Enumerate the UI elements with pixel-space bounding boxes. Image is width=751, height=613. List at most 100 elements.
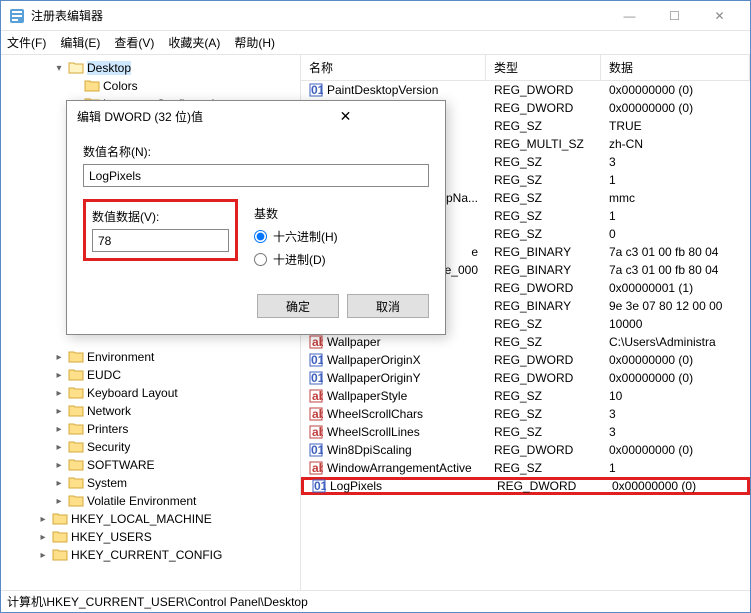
cell-name[interactable]: abWindowArrangementActive — [301, 461, 486, 475]
tree-node[interactable]: ▸ Volatile Environment — [1, 492, 300, 510]
cell-name[interactable]: 011WallpaperOriginX — [301, 353, 486, 367]
cell-data: 1 — [601, 173, 750, 187]
list-row[interactable]: abWallpaperStyle REG_SZ 10 — [301, 387, 750, 405]
value-name-input[interactable] — [83, 164, 429, 187]
tree-node[interactable]: Colors — [1, 77, 300, 95]
tree-label: HKEY_USERS — [71, 530, 152, 544]
col-header-name[interactable]: 名称 — [301, 55, 486, 80]
tree-expander[interactable]: ▸ — [53, 460, 65, 471]
cell-name[interactable]: 011Win8DpiScaling — [301, 443, 486, 457]
radio-hex[interactable]: 十六进制(H) — [254, 228, 429, 245]
tree-node[interactable]: ▸ Environment — [1, 348, 300, 366]
tree-label: Keyboard Layout — [87, 386, 178, 400]
list-row[interactable]: 011PaintDesktopVersion REG_DWORD 0x00000… — [301, 81, 750, 99]
cell-name[interactable]: abWheelScrollLines — [301, 425, 486, 439]
tree-expander[interactable]: ▸ — [53, 388, 65, 399]
tree-node[interactable]: ▸ HKEY_LOCAL_MACHINE — [1, 510, 300, 528]
close-button[interactable]: ✕ — [697, 2, 742, 30]
menu-file[interactable]: 文件(F) — [7, 34, 46, 51]
cell-type: REG_DWORD — [486, 371, 601, 385]
tree-expander[interactable]: ▸ — [53, 352, 65, 363]
list-row[interactable]: 011LogPixels REG_DWORD 0x00000000 (0) — [301, 477, 750, 495]
menu-favorites[interactable]: 收藏夹(A) — [168, 34, 220, 51]
ok-button[interactable]: 确定 — [257, 294, 339, 318]
tree-node[interactable]: ▸ System — [1, 474, 300, 492]
list-row[interactable]: 011Win8DpiScaling REG_DWORD 0x00000000 (… — [301, 441, 750, 459]
menu-help[interactable]: 帮助(H) — [234, 34, 275, 51]
svg-text:011: 011 — [311, 443, 323, 457]
string-value-icon: ab — [309, 425, 323, 439]
folder-icon — [68, 458, 84, 472]
tree-expander[interactable]: ▾ — [53, 63, 65, 74]
cell-data: 0x00000000 (0) — [601, 371, 750, 385]
tree-node[interactable]: ▸ SOFTWARE — [1, 456, 300, 474]
svg-text:ab: ab — [312, 335, 323, 349]
radio-hex-input[interactable] — [254, 230, 267, 243]
tree-label: System — [87, 476, 127, 490]
cell-name[interactable]: abWallpaperStyle — [301, 389, 486, 403]
tree-expander[interactable]: ▸ — [37, 532, 49, 543]
cell-data: mmc — [601, 191, 750, 205]
folder-icon — [68, 476, 84, 490]
list-row[interactable]: abWheelScrollLines REG_SZ 3 — [301, 423, 750, 441]
dialog-titlebar[interactable]: 编辑 DWORD (32 位)值 ✕ — [67, 101, 445, 131]
cell-name[interactable]: 011PaintDesktopVersion — [301, 83, 486, 97]
cell-type: REG_SZ — [486, 119, 601, 133]
folder-icon — [84, 79, 100, 93]
list-row[interactable]: 011WallpaperOriginX REG_DWORD 0x00000000… — [301, 351, 750, 369]
dword-value-icon: 011 — [309, 83, 323, 97]
value-data-input[interactable] — [92, 229, 229, 252]
list-row[interactable]: abWallpaper REG_SZ C:\Users\Administra — [301, 333, 750, 351]
cell-type: REG_SZ — [486, 425, 601, 439]
list-row[interactable]: abWindowArrangementActive REG_SZ 1 — [301, 459, 750, 477]
tree-node[interactable]: ▸ Keyboard Layout — [1, 384, 300, 402]
cancel-button[interactable]: 取消 — [347, 294, 429, 318]
svg-text:ab: ab — [312, 389, 323, 403]
folder-icon — [68, 422, 84, 436]
minimize-button[interactable]: — — [607, 2, 652, 30]
radio-dec-input[interactable] — [254, 253, 267, 266]
tree-expander[interactable]: ▸ — [37, 514, 49, 525]
cell-name[interactable]: 011WallpaperOriginY — [301, 371, 486, 385]
folder-icon — [68, 368, 84, 382]
dialog-close-button[interactable]: ✕ — [256, 108, 435, 125]
list-row[interactable]: 011WallpaperOriginY REG_DWORD 0x00000000… — [301, 369, 750, 387]
tree-expander[interactable]: ▸ — [53, 496, 65, 507]
cell-name[interactable]: abWallpaper — [301, 335, 486, 349]
base-label: 基数 — [254, 205, 429, 222]
tree-expander[interactable]: ▸ — [53, 442, 65, 453]
tree-expander[interactable]: ▸ — [53, 424, 65, 435]
tree-expander[interactable]: ▸ — [53, 370, 65, 381]
cell-data: 1 — [601, 209, 750, 223]
cell-data: zh-CN — [601, 137, 750, 151]
cell-name[interactable]: abWheelScrollChars — [301, 407, 486, 421]
maximize-button[interactable]: ☐ — [652, 2, 697, 30]
dword-value-icon: 011 — [312, 479, 326, 493]
tree-node[interactable]: ▸ Network — [1, 402, 300, 420]
tree-node[interactable]: ▸ Printers — [1, 420, 300, 438]
col-header-type[interactable]: 类型 — [486, 55, 601, 80]
cell-type: REG_SZ — [486, 389, 601, 403]
tree-node[interactable]: ▸ HKEY_USERS — [1, 528, 300, 546]
radio-dec[interactable]: 十进制(D) — [254, 251, 429, 268]
tree-expander[interactable]: ▸ — [53, 406, 65, 417]
tree-expander[interactable]: ▸ — [37, 550, 49, 561]
cell-type: REG_SZ — [486, 173, 601, 187]
list-row[interactable]: abWheelScrollChars REG_SZ 3 — [301, 405, 750, 423]
tree-node[interactable]: ▸ HKEY_CURRENT_CONFIG — [1, 546, 300, 564]
app-icon — [9, 8, 25, 24]
tree-expander[interactable]: ▸ — [53, 478, 65, 489]
cell-name[interactable]: 011LogPixels — [304, 479, 489, 493]
tree-node[interactable]: ▸ Security — [1, 438, 300, 456]
menu-view[interactable]: 查看(V) — [114, 34, 154, 51]
cell-type: REG_SZ — [486, 227, 601, 241]
cell-data: 9e 3e 07 80 12 00 00 — [601, 299, 750, 313]
col-header-data[interactable]: 数据 — [601, 55, 750, 80]
cell-data: 1 — [601, 461, 750, 475]
menu-edit[interactable]: 编辑(E) — [60, 34, 100, 51]
tree-node[interactable]: ▾ Desktop — [1, 59, 300, 77]
cell-data: C:\Users\Administra — [601, 335, 750, 349]
cell-data: 0 — [601, 227, 750, 241]
cell-type: REG_BINARY — [486, 299, 601, 313]
tree-node[interactable]: ▸ EUDC — [1, 366, 300, 384]
